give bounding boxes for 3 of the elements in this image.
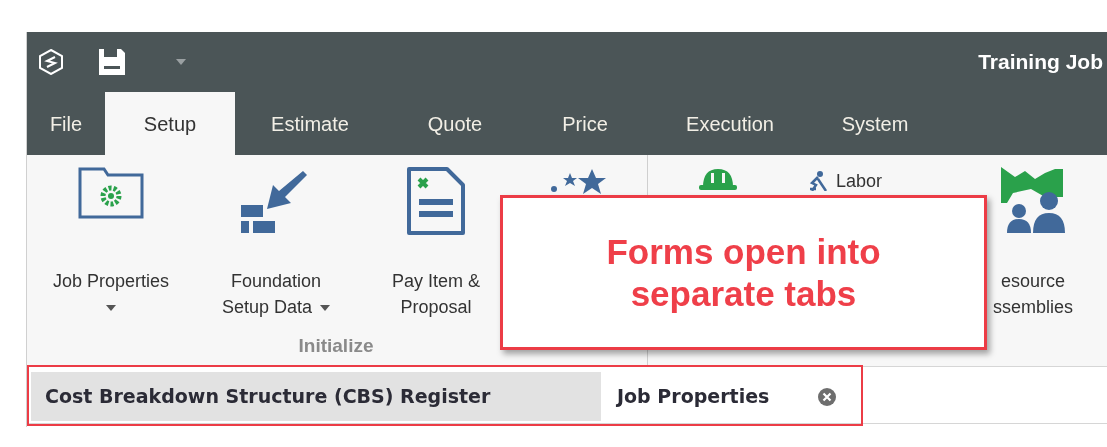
group-label: Initialize: [298, 333, 374, 358]
callout-tooltip: Forms open into separate tabs: [500, 195, 987, 350]
window-title: Training Job: [978, 49, 1103, 76]
